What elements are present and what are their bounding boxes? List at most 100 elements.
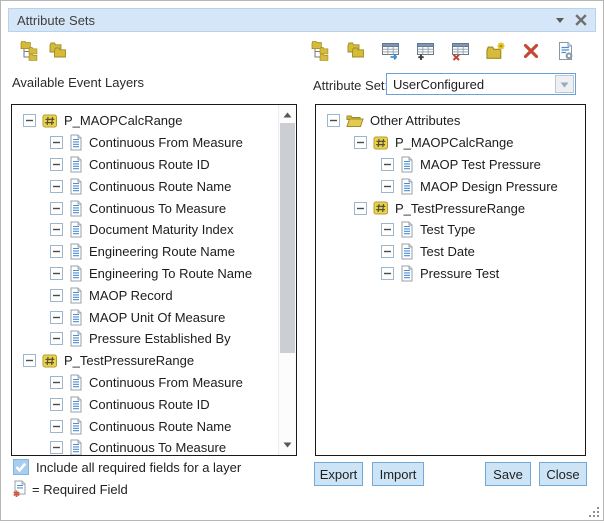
left-toolbar (20, 41, 68, 61)
tree-row[interactable]: Continuous Route ID (12, 154, 296, 176)
field-icon (69, 243, 83, 260)
collapse-all-icon[interactable] (48, 41, 68, 61)
tree-node-label: Continuous From Measure (89, 135, 243, 150)
expander-minus-icon[interactable] (381, 267, 394, 280)
expander-minus-icon[interactable] (23, 114, 36, 127)
caret-down-icon[interactable] (555, 16, 565, 24)
table-remove-icon[interactable] (451, 41, 471, 61)
close-icon[interactable] (575, 14, 587, 26)
expander-minus-icon[interactable] (354, 202, 367, 215)
expander-minus-icon[interactable] (50, 158, 63, 171)
tree-node-label: MAOP Test Pressure (420, 157, 541, 172)
import-button[interactable]: Import (372, 462, 424, 486)
scroll-up-icon[interactable] (279, 107, 296, 123)
expander-minus-icon[interactable] (23, 354, 36, 367)
tree-row[interactable]: Other Attributes (316, 110, 585, 132)
expander-minus-icon[interactable] (381, 245, 394, 258)
attribute-sets-dialog: Attribute Sets Available Event Layers At… (0, 0, 604, 521)
attribute-set-dropdown[interactable]: UserConfigured (386, 73, 576, 95)
expander-minus-icon[interactable] (381, 158, 394, 171)
tree-row[interactable]: Pressure Test (316, 263, 585, 285)
tree-node-label: Test Type (420, 222, 475, 237)
tree-row[interactable]: MAOP Record (12, 284, 296, 306)
scroll-down-icon[interactable] (279, 437, 296, 453)
include-required-checkbox[interactable] (13, 459, 29, 475)
right-toolbar (311, 41, 576, 61)
tree-row[interactable]: Pressure Established By (12, 328, 296, 350)
expander-minus-icon[interactable] (50, 136, 63, 149)
tree-node-label: Continuous Route ID (89, 157, 210, 172)
tree-row[interactable]: Continuous Route Name (12, 175, 296, 197)
expander-minus-icon[interactable] (381, 180, 394, 193)
expander-minus-icon[interactable] (50, 267, 63, 280)
expander-minus-icon[interactable] (50, 441, 63, 454)
left-tree-scrollbar[interactable] (278, 105, 296, 455)
tree-node-label: MAOP Unit Of Measure (89, 310, 225, 325)
field-icon (69, 200, 83, 217)
tree-row[interactable]: Continuous From Measure (12, 132, 296, 154)
expander-minus-icon[interactable] (50, 245, 63, 258)
table-add-icon[interactable] (416, 41, 436, 61)
tree-row[interactable]: MAOP Test Pressure (316, 154, 585, 176)
tree-node-label: Continuous From Measure (89, 375, 243, 390)
collapse-all-icon[interactable] (346, 41, 366, 61)
tree-row[interactable]: Continuous Route Name (12, 415, 296, 437)
tree-node-label: MAOP Record (89, 288, 173, 303)
expander-minus-icon[interactable] (50, 202, 63, 215)
expand-all-icon[interactable] (20, 41, 40, 61)
tree-node-label: Document Maturity Index (89, 222, 234, 237)
expander-minus-icon[interactable] (381, 223, 394, 236)
expander-minus-icon[interactable] (327, 114, 340, 127)
tree-row[interactable]: Engineering To Route Name (12, 263, 296, 285)
tree-row[interactable]: P_TestPressureRange (316, 197, 585, 219)
expander-minus-icon[interactable] (50, 376, 63, 389)
tree-row[interactable]: Engineering Route Name (12, 241, 296, 263)
close-button[interactable]: Close (539, 462, 587, 486)
expander-minus-icon[interactable] (50, 289, 63, 302)
expander-minus-icon[interactable] (50, 420, 63, 433)
expand-all-icon[interactable] (311, 41, 331, 61)
expander-minus-icon[interactable] (50, 180, 63, 193)
dropdown-button[interactable] (555, 75, 574, 93)
tree-row[interactable]: Continuous Route ID (12, 393, 296, 415)
field-icon (69, 156, 83, 173)
chevron-down-icon (560, 75, 569, 93)
titlebar[interactable]: Attribute Sets (8, 8, 596, 32)
expander-minus-icon[interactable] (50, 311, 63, 324)
new-attribute-set-icon[interactable] (486, 41, 506, 61)
tree-row[interactable]: P_TestPressureRange (12, 350, 296, 372)
tree-node-label: Test Date (420, 244, 475, 259)
expander-minus-icon[interactable] (50, 398, 63, 411)
resize-grip[interactable] (588, 505, 600, 517)
expander-minus-icon[interactable] (50, 223, 63, 236)
required-field-legend: = Required Field (12, 480, 128, 498)
tree-node-label: Pressure Established By (89, 331, 231, 346)
tree-row[interactable]: Continuous To Measure (12, 437, 296, 456)
available-layers-tree: P_MAOPCalcRange Continuous From Measure Co… (12, 105, 296, 456)
save-button[interactable]: Save (485, 462, 531, 486)
field-icon (69, 221, 83, 238)
tree-node-label: Continuous Route Name (89, 419, 231, 434)
tree-node-label: Continuous Route Name (89, 179, 231, 194)
tree-row[interactable]: MAOP Design Pressure (316, 175, 585, 197)
tree-row[interactable]: Document Maturity Index (12, 219, 296, 241)
tree-row[interactable]: P_MAOPCalcRange (12, 110, 296, 132)
tree-row[interactable]: Test Type (316, 219, 585, 241)
tree-row[interactable]: Continuous From Measure (12, 372, 296, 394)
tree-row[interactable]: Test Date (316, 241, 585, 263)
tree-row[interactable]: MAOP Unit Of Measure (12, 306, 296, 328)
export-button[interactable]: Export (314, 462, 363, 486)
required-field-icon (12, 480, 27, 498)
table-export-icon[interactable] (381, 41, 401, 61)
include-required-fields-row: Include all required fields for a layer (13, 459, 241, 475)
expander-minus-icon[interactable] (50, 332, 63, 345)
delete-icon[interactable] (521, 41, 541, 61)
attribute-set-value: UserConfigured (393, 77, 555, 92)
scrollbar-thumb[interactable] (280, 123, 295, 353)
tree-node-label: P_MAOPCalcRange (395, 135, 514, 150)
tree-row[interactable]: P_MAOPCalcRange (316, 132, 585, 154)
tree-row[interactable]: Continuous To Measure (12, 197, 296, 219)
field-icon (400, 178, 414, 195)
properties-icon[interactable] (556, 41, 576, 61)
expander-minus-icon[interactable] (354, 136, 367, 149)
